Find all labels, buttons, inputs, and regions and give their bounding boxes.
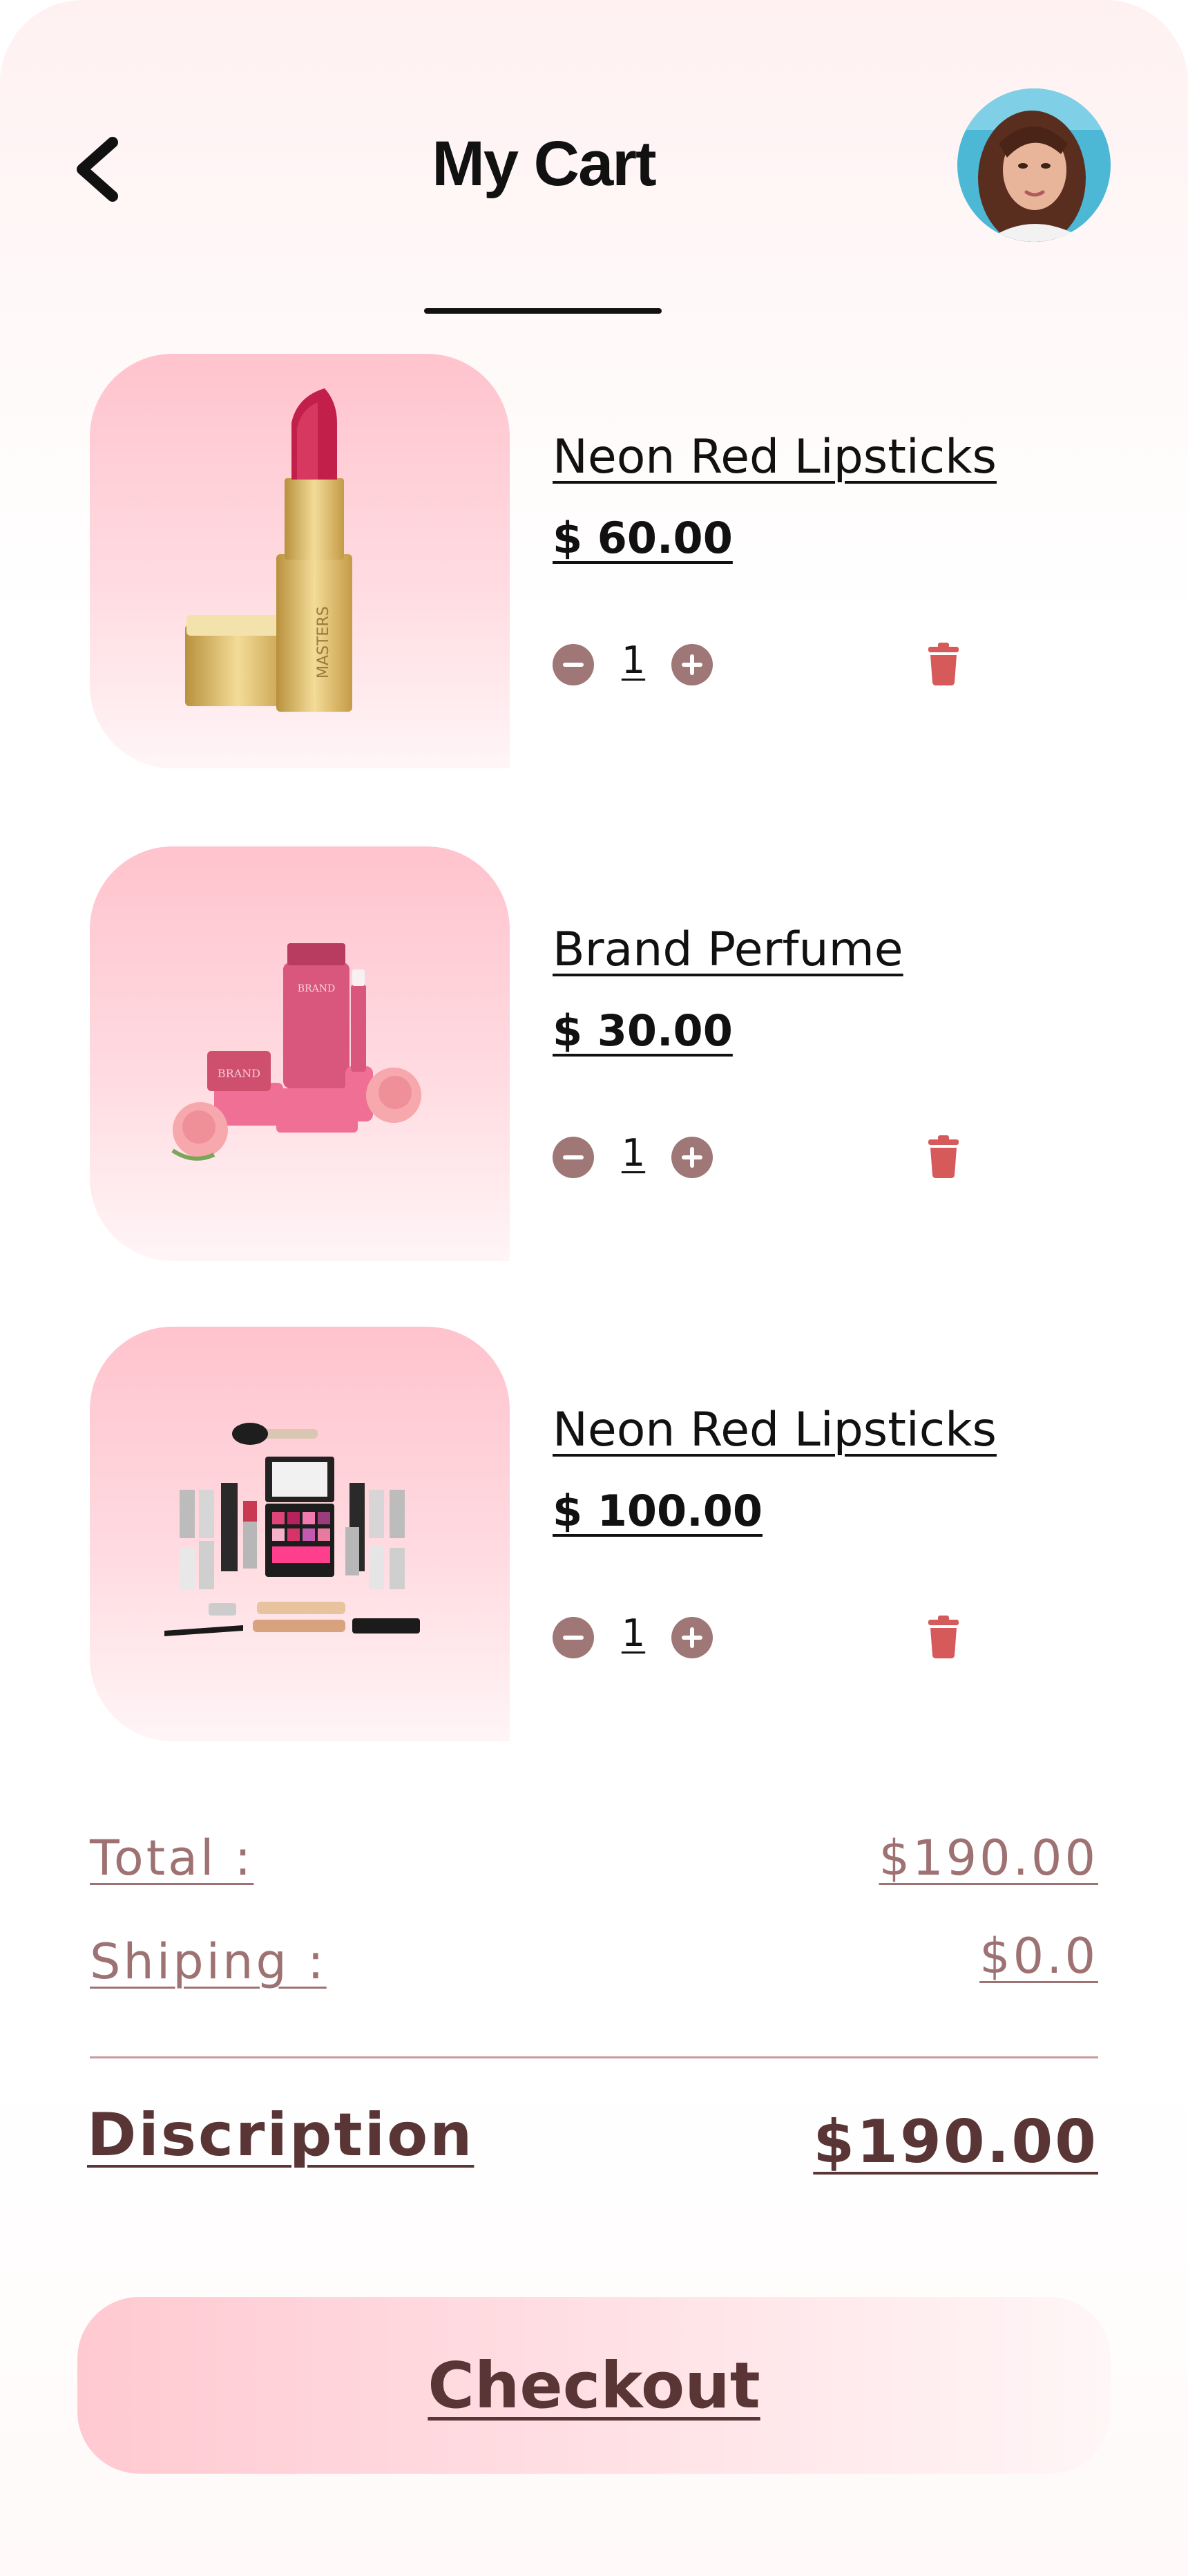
avatar-image xyxy=(957,88,1111,242)
svg-text:MASTERS: MASTERS xyxy=(315,606,332,679)
delete-button[interactable] xyxy=(926,1135,961,1178)
increase-quantity-button[interactable] xyxy=(671,644,713,685)
cart-item: MASTERS Neon Red Lipsticks $ 60.00 1 xyxy=(0,354,1188,768)
checkout-button[interactable]: Checkout xyxy=(77,2297,1111,2474)
item-price: $ 60.00 xyxy=(553,513,733,563)
delete-button[interactable] xyxy=(926,643,961,685)
avatar[interactable] xyxy=(957,88,1111,242)
increase-quantity-button[interactable] xyxy=(671,1617,713,1658)
trash-icon xyxy=(928,1616,959,1658)
quantity-value: 1 xyxy=(621,638,646,682)
grand-total-label: Discription xyxy=(87,2101,475,2170)
summary-divider xyxy=(90,2056,1098,2058)
checkout-label: Checkout xyxy=(428,2348,760,2423)
quantity-value: 1 xyxy=(621,1131,646,1175)
delete-button[interactable] xyxy=(926,1616,961,1658)
title-underline xyxy=(424,308,662,314)
shipping-label: Shiping : xyxy=(90,1933,327,1990)
svg-text:BRAND: BRAND xyxy=(298,983,335,994)
perfume-set-image: BRAND BRAND xyxy=(90,846,510,1261)
cart-item: BRAND BRAND Brand Perfume $ 30.00 1 xyxy=(0,846,1188,1261)
grand-total-value: $190.00 xyxy=(813,2108,1098,2177)
cart-item: Neon Red Lipsticks $ 100.00 1 xyxy=(0,1327,1188,1741)
makeup-kit-image xyxy=(90,1327,510,1741)
quantity-value: 1 xyxy=(621,1611,646,1655)
item-price: $ 100.00 xyxy=(553,1486,763,1536)
decrease-quantity-button[interactable] xyxy=(553,1617,594,1658)
lipstick-image: MASTERS xyxy=(90,354,510,768)
item-price: $ 30.00 xyxy=(553,1005,733,1056)
page-title: My Cart xyxy=(432,129,656,199)
trash-icon xyxy=(928,643,959,685)
svg-text:BRAND: BRAND xyxy=(218,1067,260,1080)
decrease-quantity-button[interactable] xyxy=(553,644,594,685)
increase-quantity-button[interactable] xyxy=(671,1137,713,1178)
item-name[interactable]: Brand Perfume xyxy=(553,922,903,977)
cart-screen: My Cart MASTERS Neon Red Lipsticks $ 60.… xyxy=(0,0,1188,2576)
item-name[interactable]: Neon Red Lipsticks xyxy=(553,1403,997,1457)
item-name[interactable]: Neon Red Lipsticks xyxy=(553,430,997,484)
total-value: $190.00 xyxy=(879,1830,1098,1886)
total-label: Total : xyxy=(90,1830,254,1886)
trash-icon xyxy=(928,1135,959,1178)
decrease-quantity-button[interactable] xyxy=(553,1137,594,1178)
shipping-value: $0.0 xyxy=(979,1928,1098,1985)
